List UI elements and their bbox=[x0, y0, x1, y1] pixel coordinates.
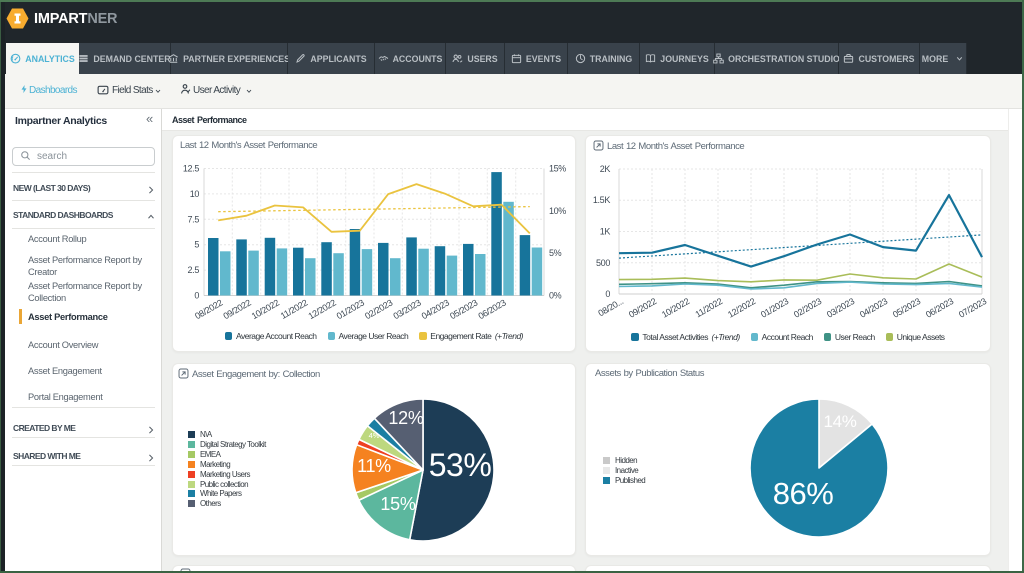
svg-text:500: 500 bbox=[596, 258, 610, 268]
svg-text:1.5K: 1.5K bbox=[593, 195, 610, 205]
svg-text:04/2023: 04/2023 bbox=[420, 297, 451, 321]
svg-text:0%: 0% bbox=[549, 291, 562, 301]
svg-text:02/2023: 02/2023 bbox=[363, 297, 394, 321]
svg-text:05/2023: 05/2023 bbox=[448, 297, 479, 321]
svg-text:10/2022: 10/2022 bbox=[660, 296, 691, 320]
svg-text:11/2022: 11/2022 bbox=[279, 297, 310, 321]
svg-text:53%: 53% bbox=[429, 447, 492, 483]
svg-text:5: 5 bbox=[194, 240, 199, 250]
svg-text:08/20...: 08/20... bbox=[596, 296, 625, 318]
svg-text:15%: 15% bbox=[549, 164, 566, 174]
svg-text:04/2023: 04/2023 bbox=[858, 296, 889, 320]
svg-text:03/2023: 03/2023 bbox=[825, 296, 856, 320]
svg-text:0: 0 bbox=[194, 291, 199, 301]
svg-text:86%: 86% bbox=[773, 476, 834, 511]
svg-text:11%: 11% bbox=[357, 456, 391, 476]
svg-text:12%: 12% bbox=[388, 408, 423, 428]
svg-text:01/2023: 01/2023 bbox=[759, 296, 790, 320]
svg-text:4%: 4% bbox=[369, 431, 380, 440]
svg-text:11/2022: 11/2022 bbox=[694, 296, 725, 320]
svg-text:2K: 2K bbox=[600, 164, 611, 174]
svg-text:10: 10 bbox=[190, 189, 200, 199]
svg-text:15%: 15% bbox=[380, 494, 415, 514]
svg-text:0: 0 bbox=[605, 289, 610, 299]
svg-text:08/2022: 08/2022 bbox=[193, 297, 224, 321]
svg-text:10%: 10% bbox=[549, 206, 566, 216]
svg-text:2.5: 2.5 bbox=[188, 265, 200, 275]
svg-text:06/2023: 06/2023 bbox=[476, 297, 507, 321]
svg-text:07/2023: 07/2023 bbox=[957, 296, 988, 320]
svg-text:10/2022: 10/2022 bbox=[250, 297, 281, 321]
svg-text:05/2023: 05/2023 bbox=[891, 296, 922, 320]
svg-text:02/2023: 02/2023 bbox=[792, 296, 823, 320]
svg-text:12/2022: 12/2022 bbox=[306, 297, 337, 321]
svg-text:12/2022: 12/2022 bbox=[726, 296, 757, 320]
svg-text:1K: 1K bbox=[600, 227, 611, 237]
svg-text:14%: 14% bbox=[823, 412, 856, 431]
svg-text:09/2022: 09/2022 bbox=[221, 297, 252, 321]
svg-text:7.5: 7.5 bbox=[188, 214, 200, 224]
svg-text:03/2023: 03/2023 bbox=[391, 297, 422, 321]
svg-text:09/2022: 09/2022 bbox=[627, 296, 658, 320]
svg-text:06/2023: 06/2023 bbox=[924, 296, 955, 320]
svg-text:01/2023: 01/2023 bbox=[335, 297, 366, 321]
svg-text:5%: 5% bbox=[549, 248, 562, 258]
svg-text:12.5: 12.5 bbox=[183, 164, 199, 174]
